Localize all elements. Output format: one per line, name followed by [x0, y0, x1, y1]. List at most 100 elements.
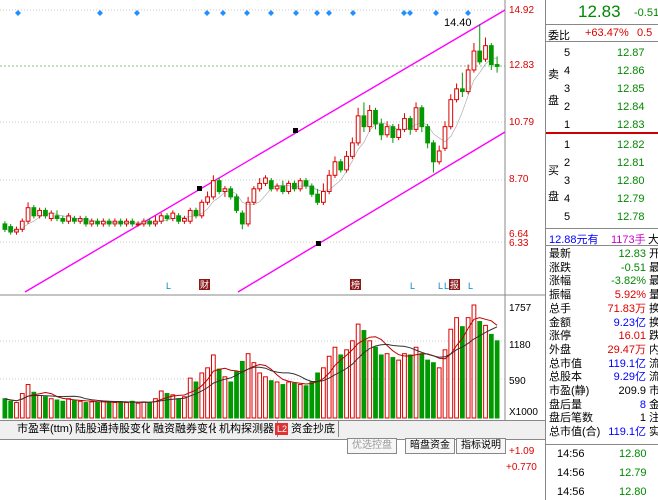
stat-value: 8	[639, 398, 646, 411]
candle-body	[170, 212, 176, 220]
sell-row: 5 12.87	[548, 44, 658, 62]
volume-bar	[60, 400, 66, 419]
stat-row: 总股本 9.29亿流	[548, 371, 658, 383]
stat-value: 12.83	[618, 248, 646, 260]
buy-row: 1 12.82	[548, 136, 658, 154]
volume-bar	[448, 328, 454, 419]
stat-tail: 换	[649, 316, 658, 329]
buy-row: 5 12.78	[548, 208, 658, 226]
tab-preferred-control[interactable]: 优选控盘	[347, 438, 397, 454]
stat-tail: 量	[649, 289, 658, 302]
volume-bar	[268, 380, 274, 419]
channel-anchor	[197, 186, 202, 191]
weibi-extra: 0.5	[637, 27, 653, 39]
stat-row: 振幅 5.92% 量	[548, 289, 658, 301]
buy-level: 2	[564, 157, 571, 169]
stat-value: 119.1亿	[608, 426, 646, 439]
stat-row: 总手 71.83万换	[548, 303, 658, 315]
candle-body	[251, 188, 257, 203]
volume-tick-1757: 1757	[509, 303, 532, 314]
volume-bar	[2, 398, 8, 419]
volume-bar	[303, 385, 309, 419]
candle-body	[205, 196, 210, 203]
volume-bar	[396, 359, 402, 419]
volume-bar	[292, 382, 297, 419]
stat-row: 涨幅 -3.82% 最	[548, 275, 658, 287]
candle-body	[72, 218, 77, 222]
volume-bar	[251, 362, 257, 419]
candle-body	[303, 180, 309, 187]
macd-tick-2: +0.770	[506, 462, 537, 473]
volume-bar	[228, 381, 234, 419]
volume-bar	[344, 349, 349, 419]
stat-label: 外盘	[549, 343, 571, 356]
candle-body	[210, 180, 216, 198]
volume-bar	[89, 401, 95, 419]
candle-body	[338, 161, 344, 171]
volume-bar	[48, 398, 54, 419]
stat-row: 涨停 16.01 跌	[548, 330, 658, 342]
tab-hk-connect[interactable]: 陆股通持股变化	[72, 421, 156, 437]
stat-row: 盘后量 8 金	[548, 399, 658, 411]
tab-indicator-help[interactable]: 指标说明	[456, 438, 506, 454]
divider-stats	[546, 245, 658, 246]
event-diamond	[97, 10, 103, 16]
volume-bar	[349, 340, 355, 419]
sell-price: 12.87	[617, 47, 645, 59]
tab-dark-capital[interactable]: 暗盘资金	[405, 438, 455, 454]
tab-capital-bottom[interactable]: 资金抄底	[288, 421, 339, 437]
volume-bar	[95, 402, 100, 419]
chart-area[interactable]: L财榜LLL报L	[0, 0, 545, 420]
stat-label: 盘后笔数	[549, 412, 593, 425]
volume-bar	[205, 367, 210, 419]
candle-body	[425, 126, 430, 144]
tab-margin[interactable]: 融资融券变化	[150, 421, 223, 437]
buy-level: 1	[564, 139, 571, 151]
candle-body	[477, 50, 483, 63]
stat-label: 盘后量	[549, 398, 582, 411]
event-marker-text: 财	[200, 279, 209, 290]
volume-bar	[187, 377, 193, 419]
stat-value: 9.23亿	[613, 316, 646, 329]
candle-body	[378, 123, 384, 136]
volume-bar	[407, 354, 413, 419]
volume-bar	[216, 368, 222, 419]
volume-bar	[25, 384, 31, 419]
volume-bar	[309, 381, 315, 419]
stat-label: 总市值	[549, 357, 582, 370]
sell-price: 12.84	[617, 101, 645, 113]
stat-value: 71.83万	[607, 302, 646, 315]
volume-bar	[66, 398, 71, 419]
candlestick-chart[interactable]: L财榜LLL报L	[0, 0, 545, 420]
candle-body	[2, 223, 8, 230]
stat-row: 外盘 29.47万内	[548, 344, 658, 356]
candle-body	[83, 218, 89, 225]
stat-value: -3.82%	[611, 275, 646, 288]
candle-body	[54, 215, 60, 220]
event-marker-text: 榜	[351, 279, 360, 290]
divider-weibi	[546, 41, 658, 42]
buy-row: 2 12.81	[548, 154, 658, 172]
stat-value: 1	[639, 412, 646, 425]
candle-body	[245, 201, 251, 225]
tab-institution[interactable]: 机构探测器	[216, 421, 278, 437]
stat-label: 涨跌	[549, 261, 571, 274]
candle-body	[158, 215, 164, 222]
stat-row: 总市值 119.1亿流	[548, 358, 658, 370]
macd-tick-1: +1.09	[509, 446, 535, 457]
candle-body	[494, 64, 500, 67]
stat-value: -0.51	[620, 261, 646, 274]
divider-middle	[546, 132, 658, 134]
stat-label: 金额	[549, 316, 571, 329]
volume-bar	[483, 324, 488, 419]
volume-tick-590: 590	[509, 376, 526, 387]
volume-bar	[182, 396, 187, 419]
buy-price: 12.78	[617, 211, 645, 223]
tab-pe-ttm[interactable]: 市盈率(ttm)	[14, 421, 77, 437]
price-tick-8-70: 8.70	[509, 174, 529, 185]
stat-tail: 市	[649, 385, 658, 397]
stat-label: 最新	[549, 248, 571, 260]
volume-bar	[135, 402, 141, 419]
stat-label: 市盈(静)	[549, 385, 590, 397]
event-marker-l: L	[468, 281, 473, 291]
